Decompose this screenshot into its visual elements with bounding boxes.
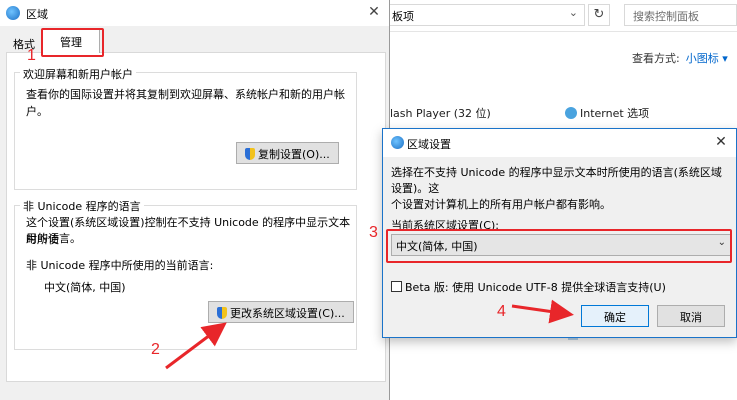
arrow-to-ok: [511, 299, 574, 324]
annotation-arrows: [165, 299, 574, 370]
arrow-to-change-locale: [165, 322, 227, 370]
